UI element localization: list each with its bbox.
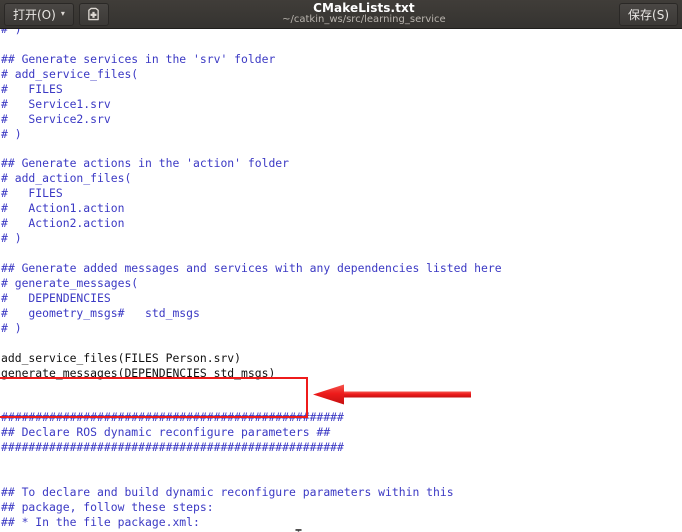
code-line: # ) (1, 320, 22, 335)
code-line: ## * In the file package.xml: (1, 514, 200, 529)
code-line: # Service2.srv (1, 111, 111, 126)
code-line: ## Generate added messages and services … (1, 261, 502, 275)
titlebar-left-controls: 打开(O) ▾ (0, 2, 109, 26)
code-line: ## Generate services in the 'srv' folder (1, 51, 276, 66)
code-line: ## package, follow these steps: (1, 500, 214, 514)
code-line: # generate_messages( (1, 275, 139, 290)
save-button-label: 保存(S) (628, 7, 669, 22)
code-line: add_service_files(FILES Person.srv) (1, 350, 242, 365)
code-line: # ) (1, 126, 22, 141)
code-line: ## Declare ROS dynamic reconfigure param… (1, 425, 331, 440)
save-as-button[interactable] (78, 2, 109, 26)
code-line: # Service1.srv (1, 96, 111, 111)
code-line: # ) (1, 231, 22, 246)
code-line: ## To declare and build dynamic reconfig… (1, 485, 454, 500)
code-line: # add_service_files( (1, 66, 139, 81)
code-line: generate_messages(DEPENDENCIES std_msgs) (1, 365, 276, 380)
save-document-icon (88, 7, 100, 21)
code-line: # geometry_msgs# std_msgs (1, 305, 200, 320)
open-file-button[interactable]: 打开(O) ▾ (4, 2, 74, 26)
code-line: # Action2.action (1, 216, 125, 231)
source-code-text[interactable]: # ) ## Generate services in the 'srv' fo… (0, 29, 502, 532)
document-path: ~/catkin_ws/src/learning_service (282, 14, 446, 26)
chevron-down-icon: ▾ (60, 9, 65, 18)
save-button[interactable]: 保存(S) (619, 2, 678, 26)
code-line: # ) (1, 29, 22, 36)
titlebar-right-controls: 保存(S) (619, 2, 682, 26)
code-line: # add_action_files( (1, 171, 132, 186)
code-line: ########################################… (1, 440, 344, 455)
text-editor-window: 打开(O) ▾ CMakeLists.txt ~/catkin_ws/src/l… (0, 0, 682, 532)
open-file-button-label: 打开(O) (13, 7, 56, 22)
titlebar-document-info: CMakeLists.txt ~/catkin_ws/src/learning_… (109, 2, 619, 25)
code-line: # FILES (1, 186, 63, 201)
code-line: # Action1.action (1, 201, 125, 216)
window-titlebar: 打开(O) ▾ CMakeLists.txt ~/catkin_ws/src/l… (0, 0, 682, 29)
code-line: ## Generate actions in the 'action' fold… (1, 156, 290, 171)
code-line: # FILES (1, 81, 63, 96)
code-line: ########################################… (1, 410, 344, 425)
code-line: # DEPENDENCIES (1, 290, 111, 305)
code-editor-area[interactable]: # ) ## Generate services in the 'srv' fo… (0, 29, 682, 532)
